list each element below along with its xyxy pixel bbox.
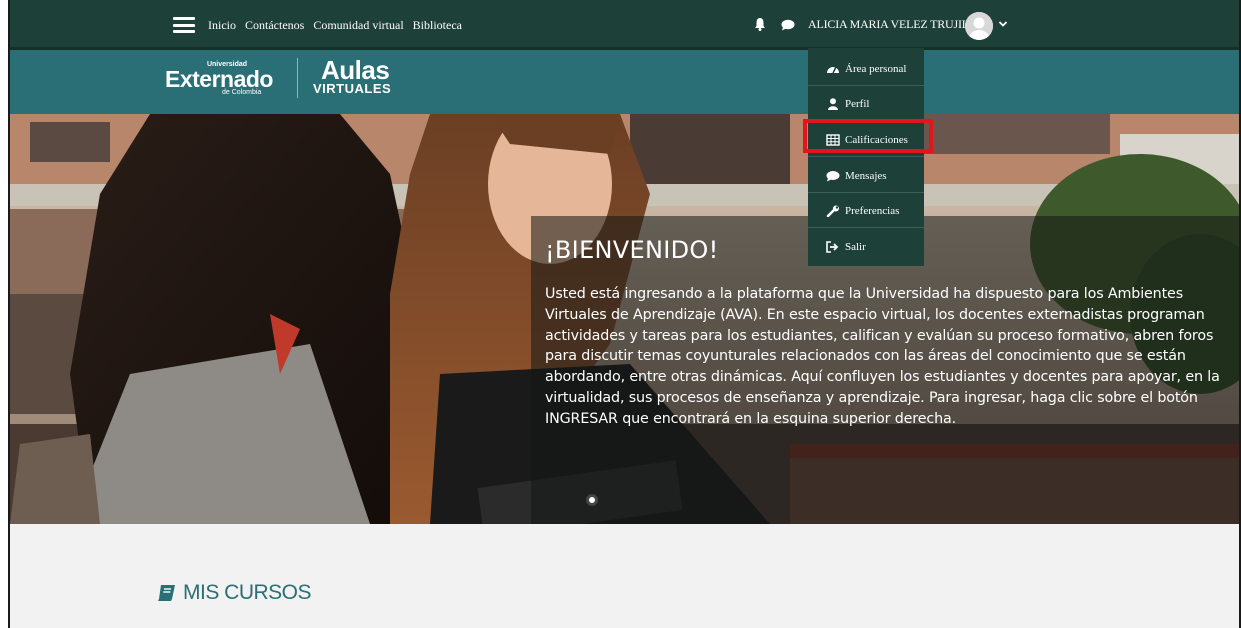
wrench-icon [826,205,839,217]
menu-item-preferencias[interactable]: Preferencias [808,194,924,228]
menu-item-label: Área personal [845,62,907,75]
brand-bar: Universidad Externado de Colombia Aulas … [10,50,1239,114]
bell-icon[interactable] [754,17,766,31]
slider-dot[interactable] [586,494,598,506]
menu-item-perfil[interactable]: Perfil [808,87,924,121]
logo-name: Externado [165,66,273,92]
calificaciones-highlight-box [803,119,933,153]
menu-item-mensajes[interactable]: Mensajes [808,159,924,193]
chat-icon[interactable] [781,19,795,31]
menu-item-label: Mensajes [845,169,887,182]
message-icon [826,170,840,181]
menu-item-label: Perfil [845,97,870,110]
hero-slider: ¡BIENVENIDO! Usted está ingresando a la … [10,114,1239,524]
top-navbar: Inicio Contáctenos Comunidad virtual Bib… [10,0,1239,50]
user-dropdown-menu: Área personal Perfil Calificaciones Mens… [808,48,924,266]
externado-logo[interactable]: Universidad Externado de Colombia [165,61,273,96]
mis-cursos-heading: MIS CURSOS [157,581,312,605]
menu-item-label: Salir [845,241,866,253]
nav-link-inicio[interactable]: Inicio [208,18,236,33]
menu-item-label: Preferencias [845,204,900,217]
welcome-title: ¡BIENVENIDO! [545,236,719,264]
logo2-sub: VIRTUALES [313,81,392,96]
welcome-text: Usted está ingresando a la plataforma qu… [545,286,1220,427]
chevron-down-icon[interactable] [998,19,1008,29]
sign-out-icon [826,241,839,253]
user-icon [828,97,838,110]
dashboard-icon [827,66,839,73]
user-name[interactable]: ALICIA MARIA VELEZ TRUJILLO [808,17,985,32]
nav-link-contactenos[interactable]: Contáctenos [245,18,304,33]
nav-link-biblioteca[interactable]: Biblioteca [413,18,462,33]
aulas-virtuales-logo[interactable]: Aulas VIRTUALES [313,55,392,96]
book-icon [158,585,175,601]
avatar[interactable] [965,12,993,40]
menu-item-area-personal[interactable]: Área personal [808,52,924,86]
nav-link-comunidad-virtual[interactable]: Comunidad virtual [313,18,403,33]
page-frame: Inicio Contáctenos Comunidad virtual Bib… [8,0,1241,628]
logo2-main: Aulas [321,55,390,85]
menu-item-salir[interactable]: Salir [808,230,924,264]
section-title: MIS CURSOS [183,581,312,604]
logo-divider [297,58,298,98]
nav-links: Inicio Contáctenos Comunidad virtual Bib… [208,0,462,50]
hamburger-menu-icon[interactable] [173,17,195,33]
